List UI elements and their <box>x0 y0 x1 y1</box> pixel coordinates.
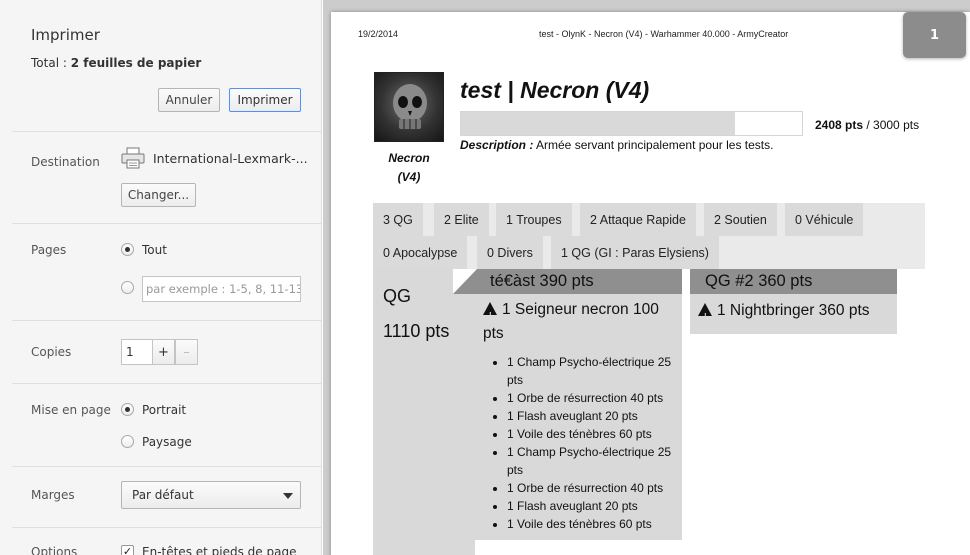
chevron-down-icon <box>283 493 293 499</box>
list-item: 1 Champ Psycho-électrique 25 pts <box>507 443 674 479</box>
change-destination-button[interactable]: Changer... <box>121 183 196 207</box>
margins-label: Marges <box>31 488 75 502</box>
unit-main-text: 1 Nightbringer 360 pts <box>717 302 870 319</box>
army-avatar <box>374 72 444 142</box>
printer-icon <box>121 147 145 169</box>
printer-name: International-Lexmark-... <box>153 151 308 166</box>
portrait-radio[interactable] <box>121 403 134 416</box>
skull-icon <box>393 84 427 129</box>
tab-elite: 2 Elite <box>434 203 489 236</box>
page-header-title: test - OlynK - Necron (V4) - Warhammer 4… <box>539 29 789 39</box>
category-tabs: 3 QG 2 Elite 1 Troupes 2 Attaque Rapide … <box>373 203 925 269</box>
layout-label: Mise en page <box>31 403 111 417</box>
sheet-total-value: 2 feuilles de papier <box>70 56 202 70</box>
divider <box>12 383 321 384</box>
margins-select-value: Par défaut <box>132 488 194 502</box>
pages-all-label: Tout <box>142 243 167 257</box>
pages-range-input[interactable]: par exemple : 1-5, 8, 11-13 <box>142 276 301 302</box>
unit-card: 1 Nightbringer 360 pts <box>690 294 897 334</box>
page-header-date: 19/2/2014 <box>358 29 399 39</box>
list-description: Description : Armée servant principaleme… <box>460 138 773 152</box>
unit-main-line-continued: pts <box>483 325 504 342</box>
points-current: 2408 pts <box>815 118 864 132</box>
copies-increment-button[interactable]: + <box>152 339 175 365</box>
unit-main-text: 1 Seigneur necron 100 <box>502 301 659 318</box>
list-item: 1 Orbe de résurrection 40 pts <box>507 389 674 407</box>
pages-label: Pages <box>31 243 67 257</box>
section-label: QG <box>383 286 412 306</box>
list-title: test | Necron (V4) <box>460 77 650 103</box>
pages-custom-radio[interactable] <box>121 281 134 294</box>
unit-header: QG #2 360 pts <box>690 269 897 294</box>
tab-soutien: 2 Soutien <box>704 203 777 236</box>
print-preview-area[interactable]: 19/2/2014 test - OlynK - Necron (V4) - W… <box>323 0 970 555</box>
tab-attaque-rapide: 2 Attaque Rapide <box>580 203 696 236</box>
tab-qg-gi: 1 QG (GI : Paras Elysiens) <box>551 236 719 269</box>
list-item: 1 Champ Psycho-électrique 25 pts <box>507 353 674 389</box>
landscape-label: Paysage <box>142 435 192 449</box>
headers-footers-label: En-têtes et pieds de page <box>142 545 297 555</box>
points-max: / 3000 pts <box>863 118 920 132</box>
section-sidebar <box>373 269 475 555</box>
divider <box>12 527 321 528</box>
destination-label: Destination <box>31 155 100 169</box>
print-dialog-title: Imprimer <box>31 26 100 44</box>
sheet-total: Total : 2 feuilles de papier <box>31 56 201 70</box>
print-settings-panel: Imprimer Total : 2 feuilles de papier An… <box>0 0 322 555</box>
list-item: 1 Orbe de résurrection 40 pts <box>507 479 674 497</box>
list-item: 1 Flash aveuglant 20 pts <box>507 407 674 425</box>
description-text: Armée servant principalement pour les te… <box>533 138 774 152</box>
tab-divers: 0 Divers <box>477 236 543 269</box>
points-progress-bar <box>460 111 803 136</box>
description-label: Description : <box>460 138 534 152</box>
points-summary: 2408 pts / 3000 pts <box>815 118 919 132</box>
tab-vehicule: 0 Véhicule <box>785 203 864 236</box>
tab-qg: 3 QG <box>373 203 423 236</box>
headers-footers-checkbox[interactable]: ✓ <box>121 545 134 555</box>
tab-troupes: 1 Troupes <box>496 203 572 236</box>
wargear-list: 1 Champ Psycho-électrique 25 pts 1 Orbe … <box>483 353 674 533</box>
page-number-badge: 1 <box>903 12 966 58</box>
divider <box>12 320 321 321</box>
army-label-line-2: (V4) <box>397 170 421 184</box>
landscape-radio[interactable] <box>121 435 134 448</box>
unit-header: té€àst 390 pts <box>475 269 682 294</box>
sheet-total-prefix: Total : <box>31 56 71 70</box>
warning-icon <box>698 303 712 329</box>
portrait-label: Portrait <box>142 403 187 417</box>
copies-input[interactable]: 1 <box>121 339 152 365</box>
pages-all-radio[interactable] <box>121 243 134 256</box>
section-points: 1110 pts <box>383 321 450 341</box>
points-progress-fill <box>461 112 735 135</box>
list-item: 1 Voile des ténèbres 60 pts <box>507 515 674 533</box>
unit-card: 1 Seigneur necron 100 pts 1 Champ Psycho… <box>475 294 682 540</box>
list-item: 1 Voile des ténèbres 60 pts <box>507 425 674 443</box>
copies-decrement-button[interactable]: – <box>175 339 198 365</box>
preview-page: 19/2/2014 test - OlynK - Necron (V4) - W… <box>331 12 970 555</box>
unit-header-notch <box>453 269 477 294</box>
divider <box>12 466 321 467</box>
margins-select[interactable]: Par défaut <box>121 481 301 509</box>
divider <box>12 223 321 224</box>
print-button[interactable]: Imprimer <box>229 88 301 112</box>
divider <box>12 131 321 132</box>
unit-main-line: 1 Seigneur necron 100 <box>483 298 674 328</box>
options-label: Options <box>31 545 78 555</box>
tab-apocalypse: 0 Apocalypse <box>373 236 468 269</box>
copies-label: Copies <box>31 345 72 359</box>
army-label: Necron (V4) <box>374 149 444 187</box>
cancel-button[interactable]: Annuler <box>158 88 220 112</box>
warning-icon <box>483 302 497 328</box>
army-label-line-1: Necron <box>388 151 430 165</box>
unit-main-line: 1 Nightbringer 360 pts <box>698 299 889 329</box>
list-item: 1 Flash aveuglant 20 pts <box>507 497 674 515</box>
